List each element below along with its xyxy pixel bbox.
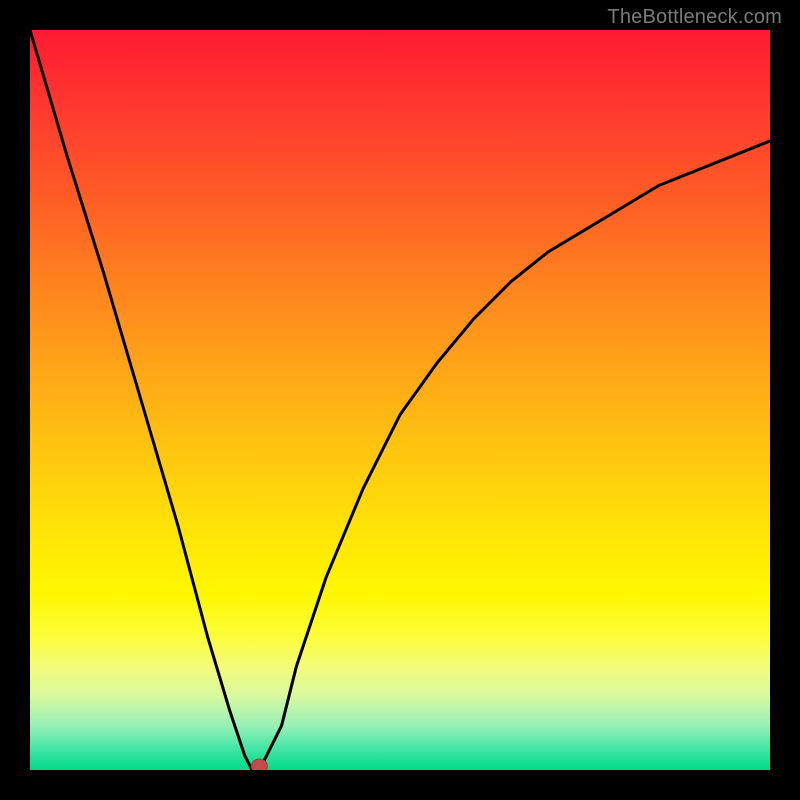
chart-plot-area <box>30 30 770 770</box>
chart-svg <box>30 30 770 770</box>
chart-frame: TheBottleneck.com <box>0 0 800 800</box>
watermark-text: TheBottleneck.com <box>607 6 782 29</box>
optimum-marker <box>251 759 267 770</box>
bottleneck-curve <box>30 30 770 770</box>
